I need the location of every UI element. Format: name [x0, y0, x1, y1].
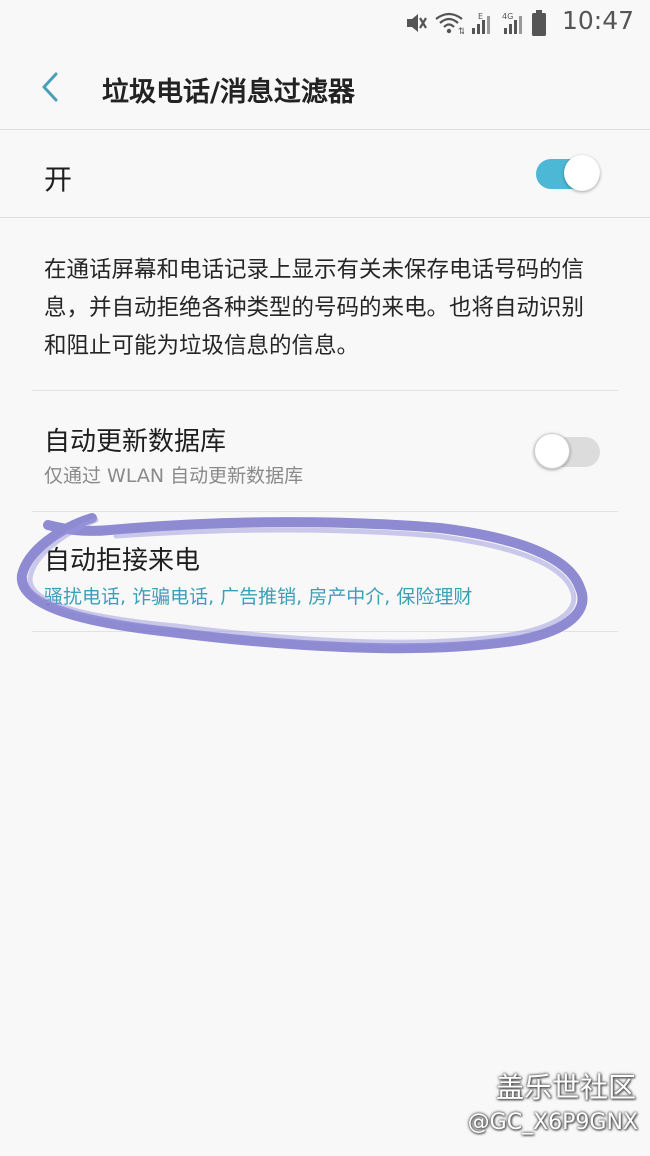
auto-reject-calls-subtitle: 骚扰电话, 诈骗电话, 广告推销, 房产中介, 保险理财: [44, 586, 473, 608]
status-bar: ⇅ E 4G 10:47: [0, 0, 650, 46]
auto-reject-divider: [32, 631, 618, 632]
feature-description: 在通话屏幕和电话记录上显示有关未保存电话号码的信息，并自动拒绝各种类型的号码的来…: [44, 257, 585, 359]
svg-text:⇅: ⇅: [458, 27, 464, 35]
auto-update-db-toggle[interactable]: [534, 431, 602, 471]
status-time: 10:47: [561, 6, 634, 35]
auto-update-db-toggle-knob: [534, 433, 570, 469]
master-switch-row[interactable]: 开: [0, 130, 650, 217]
watermark-user: @GC_X6P9GNX: [467, 1110, 638, 1135]
auto-reject-calls-title: 自动拒接来电: [44, 546, 201, 576]
watermark-brand: 盖乐世社区: [495, 1071, 636, 1104]
app-bar: 垃圾电话/消息过滤器: [0, 46, 650, 130]
auto-update-db-row[interactable]: 自动更新数据库 仅通过 WLAN 自动更新数据库: [0, 391, 650, 511]
master-divider: [0, 217, 650, 218]
chevron-left-icon: [42, 72, 58, 102]
auto-update-db-subtitle: 仅通过 WLAN 自动更新数据库: [44, 465, 304, 487]
svg-text:E: E: [478, 12, 483, 21]
status-icons: ⇅ E 4G: [404, 10, 546, 36]
back-button[interactable]: [28, 64, 74, 110]
master-switch-label: 开: [44, 163, 73, 196]
battery-icon: [532, 10, 546, 36]
signal-icon: E: [472, 12, 490, 34]
mute-vibrate-icon: [407, 14, 427, 32]
master-toggle[interactable]: [534, 153, 602, 193]
4g-signal-icon: 4G: [502, 12, 522, 34]
svg-text:4G: 4G: [502, 12, 513, 21]
auto-update-db-title: 自动更新数据库: [44, 427, 227, 457]
master-toggle-knob: [564, 155, 600, 191]
auto-reject-calls-row[interactable]: 自动拒接来电 骚扰电话, 诈骗电话, 广告推销, 房产中介, 保险理财: [0, 512, 650, 632]
wifi-icon: ⇅: [435, 12, 464, 35]
page-title: 垃圾电话/消息过滤器: [102, 77, 355, 108]
